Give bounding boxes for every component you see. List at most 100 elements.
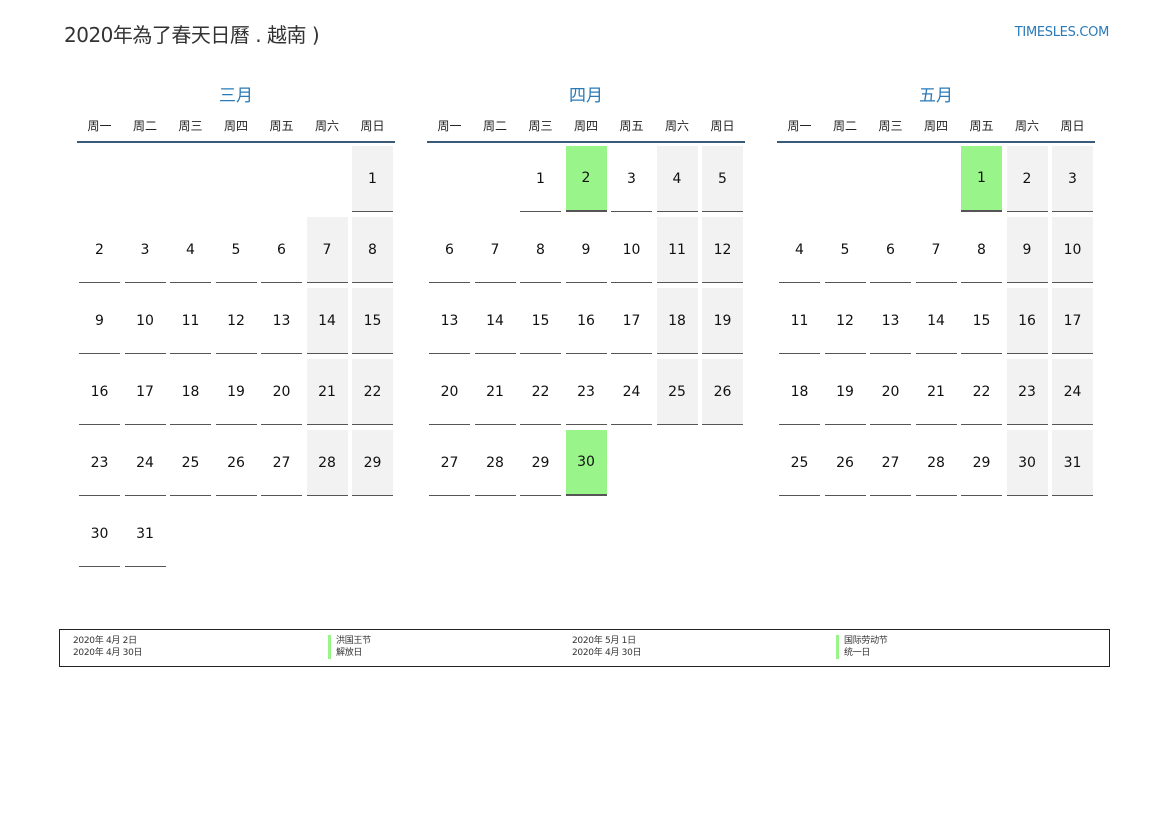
day-cell: 26 (824, 430, 866, 496)
day-cell: 15 (352, 288, 393, 354)
day-cell: 7 (306, 217, 348, 283)
day-cell: 14 (306, 288, 348, 354)
weekday-label: 周三 (878, 119, 903, 133)
day-cell: 5 (824, 217, 866, 283)
day-cell: 1 (520, 146, 561, 212)
empty-cell (125, 146, 166, 212)
day-cell: 18 (656, 288, 698, 354)
holiday-day-cell: 2 (565, 146, 607, 212)
day-cell: 19 (824, 359, 866, 425)
empty-cell (429, 146, 470, 212)
day-cell: 22 (352, 359, 393, 425)
day-cell: 19 (702, 288, 743, 354)
day-cell: 5 (702, 146, 743, 212)
day-cell: 8 (961, 217, 1002, 283)
day-cell: 23 (565, 359, 607, 425)
day-cell: 3 (124, 217, 166, 283)
empty-cell (261, 146, 302, 212)
weekday-header: 周一 周二 周三 周四 周五 周六 周日 (777, 115, 1095, 143)
day-cell: 25 (779, 430, 820, 496)
weekday-label: 周二 (132, 119, 157, 133)
day-cell: 28 (306, 430, 348, 496)
day-cell: 13 (429, 288, 470, 354)
day-cell: 8 (520, 217, 561, 283)
weekday-label: 周六 (314, 119, 339, 133)
day-cell: 17 (611, 288, 652, 354)
day-cell: 21 (306, 359, 348, 425)
day-cell: 16 (79, 359, 120, 425)
day-cell: 19 (215, 359, 257, 425)
day-cell: 9 (79, 288, 120, 354)
day-cell: 24 (1052, 359, 1093, 425)
day-grid: 1 2 3 4 5 6 7 8 9 10 11 12 13 14 15 16 17 18 19 20 21 22 23 24 2… (77, 146, 395, 567)
holiday-day-cell: 30 (565, 430, 607, 496)
holiday-legend: 2020年 4月 2日 2020年 4月 30日 洪国王节 解放日 2020年 … (59, 629, 1110, 667)
legend-dates: 2020年 5月 1日 2020年 4月 30日 (572, 635, 642, 659)
legend-holiday-name: 洪国王节 (336, 636, 371, 646)
weekday-label: 周五 (619, 119, 644, 133)
day-cell: 22 (520, 359, 561, 425)
site-link[interactable]: TIMESLES.COM (1015, 25, 1110, 40)
empty-cell (475, 146, 516, 212)
day-cell: 15 (520, 288, 561, 354)
empty-cell (870, 146, 911, 212)
weekday-label: 周一 (437, 119, 462, 133)
day-cell: 27 (261, 430, 302, 496)
day-cell: 13 (261, 288, 302, 354)
day-cell: 15 (961, 288, 1002, 354)
day-cell: 20 (870, 359, 911, 425)
weekday-label: 周四 (223, 119, 248, 133)
weekday-label: 周一 (87, 119, 112, 133)
weekday-label: 周五 (969, 119, 994, 133)
day-cell: 31 (1052, 430, 1093, 496)
empty-cell (916, 146, 957, 212)
legend-date: 2020年 5月 1日 (572, 636, 636, 646)
weekday-label: 周日 (710, 119, 735, 133)
day-cell: 30 (79, 501, 120, 567)
month-april: 四月 周一 周二 周三 周四 周五 周六 周日 1 2 3 4 5 6 7 8 9 10 11 12 13 14 15 1… (427, 84, 745, 496)
day-cell: 10 (124, 288, 166, 354)
day-cell: 9 (1006, 217, 1048, 283)
day-cell: 16 (1006, 288, 1048, 354)
legend-holiday-name: 解放日 (336, 648, 363, 658)
day-cell: 8 (352, 217, 393, 283)
day-cell: 28 (474, 430, 516, 496)
weekday-label: 周六 (664, 119, 689, 133)
weekday-label: 周四 (923, 119, 948, 133)
day-cell: 11 (656, 217, 698, 283)
day-cell: 5 (215, 217, 257, 283)
holiday-day-cell: 1 (961, 146, 1002, 212)
weekday-label: 周二 (832, 119, 857, 133)
day-cell: 18 (779, 359, 820, 425)
day-grid: 1 2 3 4 5 6 7 8 9 10 11 12 13 14 15 16 17 18 19 20 21 22 23 24 2… (427, 146, 745, 496)
day-cell: 4 (779, 217, 820, 283)
day-cell: 24 (611, 359, 652, 425)
weekday-label: 周四 (573, 119, 598, 133)
day-cell: 27 (870, 430, 911, 496)
day-cell: 20 (261, 359, 302, 425)
day-cell: 3 (1052, 146, 1093, 212)
day-cell: 16 (565, 288, 607, 354)
day-cell: 21 (915, 359, 957, 425)
day-cell: 14 (474, 288, 516, 354)
weekday-header: 周一 周二 周三 周四 周五 周六 周日 (427, 115, 745, 143)
day-cell: 23 (1006, 359, 1048, 425)
day-cell: 20 (429, 359, 470, 425)
day-cell: 28 (915, 430, 957, 496)
day-cell: 9 (565, 217, 607, 283)
day-cell: 23 (79, 430, 120, 496)
day-cell: 17 (124, 359, 166, 425)
day-cell: 27 (429, 430, 470, 496)
legend-dates: 2020年 4月 2日 2020年 4月 30日 (73, 635, 143, 659)
page-title: 2020年為了春天日曆 . 越南 ) (64, 23, 320, 47)
weekday-label: 周五 (269, 119, 294, 133)
day-cell: 24 (124, 430, 166, 496)
empty-cell (216, 146, 257, 212)
month-title: 三月 (219, 86, 253, 106)
day-cell: 13 (870, 288, 911, 354)
legend-holiday-name: 统一日 (844, 648, 871, 658)
day-cell: 22 (961, 359, 1002, 425)
day-cell: 12 (702, 217, 743, 283)
day-cell: 29 (961, 430, 1002, 496)
weekday-label: 周一 (787, 119, 812, 133)
